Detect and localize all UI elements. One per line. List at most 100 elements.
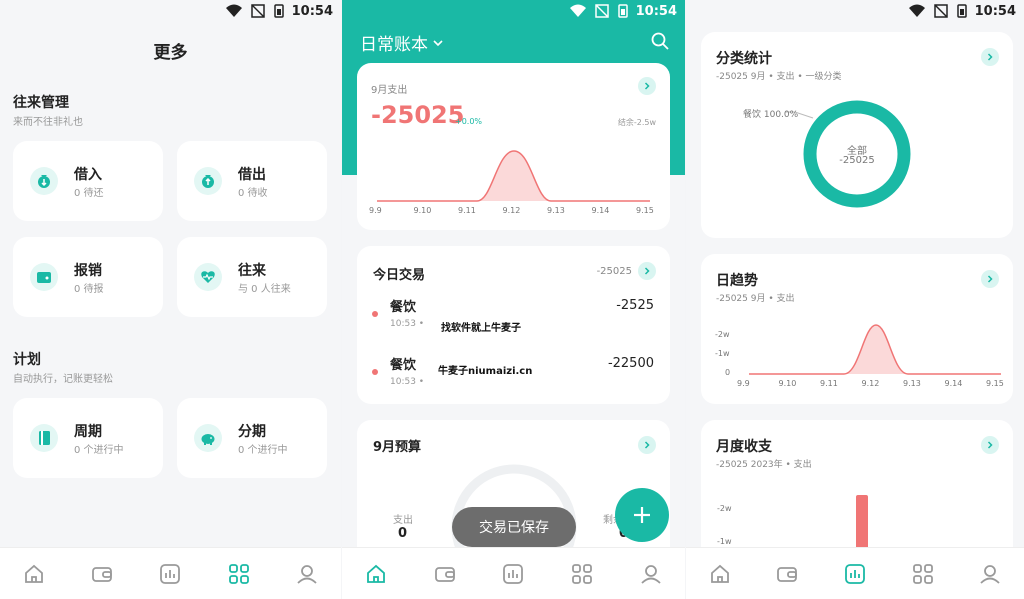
no-signal-icon [594,4,609,18]
today-title: 今日交易 [373,268,426,283]
ledger-screen: 10:54 日常账本 9月支出 -25025 +0.0% 结余-2.5w 9.9… [342,0,685,599]
transaction-amount: -22500 [607,356,654,371]
nav-home[interactable] [363,561,389,587]
add-transaction-button[interactable] [615,488,669,542]
money-bag-in-icon [30,167,58,195]
tile-recurring[interactable]: 周期 0 个进行中 [13,398,163,478]
section-subtitle-plan: 自动执行，记账更轻松 [13,374,113,385]
summary-chart [377,150,650,202]
book-selector[interactable]: 日常账本 [360,30,444,55]
today-total: -25025 [596,266,632,277]
chevron-down-icon [433,39,443,46]
wallet-icon [777,566,798,582]
piggy-bank-icon [194,424,222,452]
spent-label: 支出 [393,515,413,526]
nav-more[interactable] [226,561,252,587]
nav-stats[interactable] [842,561,868,587]
tile-status: 0 待报 [74,284,104,295]
profile-icon [641,564,661,584]
profile-icon [297,564,317,584]
tile-borrow-out[interactable]: 借出 0 待收 [177,141,327,221]
nav-profile[interactable] [977,561,1003,587]
wifi-icon [908,4,925,17]
daily-trend-chart [749,324,1001,375]
nav-more[interactable] [910,561,936,587]
bottom-nav [342,547,685,599]
x-tick: 9.10 [413,206,432,215]
tile-borrow-in[interactable]: 借入 0 待还 [13,141,163,221]
wallet-icon [92,566,113,582]
watermark-text: 牛麦子niumaizi.cn [438,366,533,377]
tile-label: 往来 [238,263,266,279]
nav-wallet[interactable] [774,561,800,587]
plus-icon [634,507,650,523]
chevron-right-icon [981,270,999,288]
y-tick: 0 [725,368,731,377]
nav-home[interactable] [21,561,47,587]
home-icon [367,564,386,583]
x-tick: 9.12 [502,206,521,215]
nav-profile[interactable] [638,561,664,587]
chart-icon [845,563,865,584]
search-button[interactable] [651,32,669,54]
tile-contacts[interactable]: 往来 与 0 人往来 [177,237,327,317]
card-subtitle: -25025 9月 • 支出 • 一级分类 [716,72,842,82]
money-bag-out-icon [194,167,222,195]
home-icon [710,564,729,583]
nav-wallet[interactable] [89,561,115,587]
x-tick: 9.15 [986,379,1004,388]
no-signal-icon [933,4,948,18]
daily-trend-card[interactable]: 日趋势 -25025 9月 • 支出 -2w -1w 0 9.9 9.10 9.11… [701,254,1013,404]
nav-profile[interactable] [294,561,320,587]
tile-reimburse[interactable]: 报销 0 待报 [13,237,163,317]
card-title: 月度收支 [716,439,772,455]
y-tick: -2w [715,330,730,339]
x-tick: 9.11 [458,206,476,215]
nav-more[interactable] [569,561,595,587]
period-label: 9月支出 [371,85,408,96]
battery-icon [617,4,628,18]
transaction-amount: -2525 [616,298,654,313]
grid-icon [228,563,249,584]
nav-stats[interactable] [500,561,526,587]
search-icon [651,32,669,50]
chevron-right-icon [638,77,656,95]
chevron-right-icon [981,436,999,454]
tile-status: 与 0 人往来 [238,284,291,295]
nav-stats[interactable] [157,561,183,587]
nav-home[interactable] [707,561,733,587]
x-tick: 9.14 [591,206,610,215]
clock: 10:54 [974,3,1016,19]
summary-card[interactable]: 9月支出 -25025 +0.0% 结余-2.5w 9.9 9.10 9.11 9.1… [357,63,670,230]
chart-icon [160,563,181,584]
no-signal-icon [250,4,265,18]
card-subtitle: -25025 9月 • 支出 [716,294,795,304]
bottom-nav [0,547,341,599]
chevron-right-icon [638,436,656,454]
category-stats-card[interactable]: 分类统计 -25025 9月 • 支出 • 一级分类 餐饮 100.0% 全部 … [701,32,1013,238]
x-tick: 9.14 [944,379,963,388]
x-tick: 9.10 [778,379,797,388]
section-title-contacts: 往来管理 [13,95,69,111]
chevron-right-icon[interactable] [638,262,656,280]
bottom-nav [686,547,1024,599]
change-percent: +0.0% [455,117,483,126]
clock: 10:54 [291,3,333,19]
card-title: 分类统计 [716,51,772,67]
tile-status: 0 待还 [74,188,104,199]
clock: 10:54 [635,3,677,19]
wallet-icon [434,566,455,582]
page-title: 更多 [153,43,188,63]
home-icon [25,564,43,583]
wifi-icon [225,4,242,17]
section-title-plan: 计划 [13,352,41,368]
tile-installment[interactable]: 分期 0 个进行中 [177,398,327,478]
chart-icon [503,563,524,584]
tile-label: 报销 [74,263,102,279]
status-bar: 10:54 [908,0,1016,22]
profile-icon [980,564,1000,584]
tile-label: 借出 [238,167,266,183]
nav-wallet[interactable] [432,561,458,587]
x-tick: 9.13 [547,206,565,215]
tile-status: 0 个进行中 [238,445,288,456]
